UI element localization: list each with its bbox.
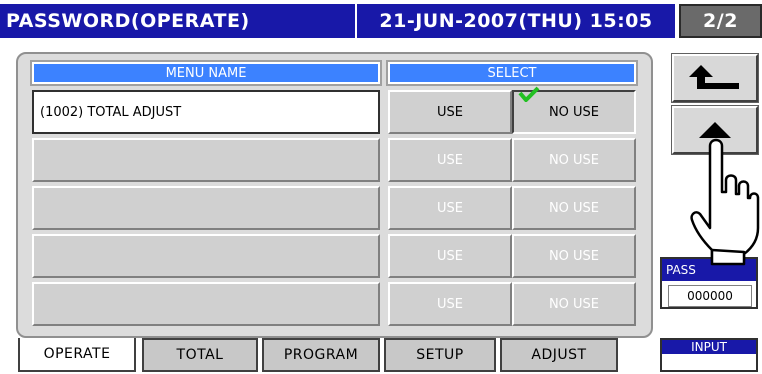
menu-name-cell-4: [32, 234, 380, 278]
page-indicator: 2/2: [679, 4, 762, 38]
input-label: INPUT: [662, 340, 756, 354]
tab-total[interactable]: TOTAL: [142, 338, 258, 372]
use-button-3: USE: [388, 186, 512, 230]
password-value: 000000: [668, 285, 752, 307]
menu-name-cell-3: [32, 186, 380, 230]
no-use-label-1: NO USE: [548, 104, 600, 120]
no-use-button-2: NO USE: [512, 138, 636, 182]
tab-program[interactable]: PROGRAM: [262, 338, 380, 372]
no-use-button-4: NO USE: [512, 234, 636, 278]
tab-operate[interactable]: OPERATE: [18, 338, 136, 372]
column-header-menu-name: MENU NAME: [30, 60, 382, 86]
no-use-button-1[interactable]: NO USE: [512, 86, 636, 134]
input-box[interactable]: INPUT: [660, 338, 758, 372]
menu-name-cell-5: [32, 282, 380, 326]
menu-name-cell-2: [32, 138, 380, 182]
checkmark-icon: [518, 86, 540, 102]
use-button-4: USE: [388, 234, 512, 278]
use-button-5: USE: [388, 282, 512, 326]
no-use-button-3: NO USE: [512, 186, 636, 230]
column-header-select: SELECT: [386, 60, 638, 86]
screen-title: PASSWORD(OPERATE): [0, 4, 355, 38]
datetime-display: 21-JUN-2007(THU) 15:05: [355, 4, 675, 38]
pointing-hand-icon: [690, 138, 760, 266]
back-button[interactable]: [671, 53, 759, 103]
return-arrow-icon: [689, 65, 739, 89]
tab-adjust[interactable]: ADJUST: [500, 338, 618, 372]
menu-password-panel: MENU NAME SELECT (1002) TOTAL ADJUST USE…: [16, 52, 653, 338]
use-button-2: USE: [388, 138, 512, 182]
menu-name-cell-1[interactable]: (1002) TOTAL ADJUST: [32, 90, 380, 134]
use-button-1[interactable]: USE: [388, 90, 512, 134]
no-use-button-5: NO USE: [512, 282, 636, 326]
tab-setup[interactable]: SETUP: [384, 338, 496, 372]
title-bar: PASSWORD(OPERATE) 21-JUN-2007(THU) 15:05…: [0, 0, 762, 42]
